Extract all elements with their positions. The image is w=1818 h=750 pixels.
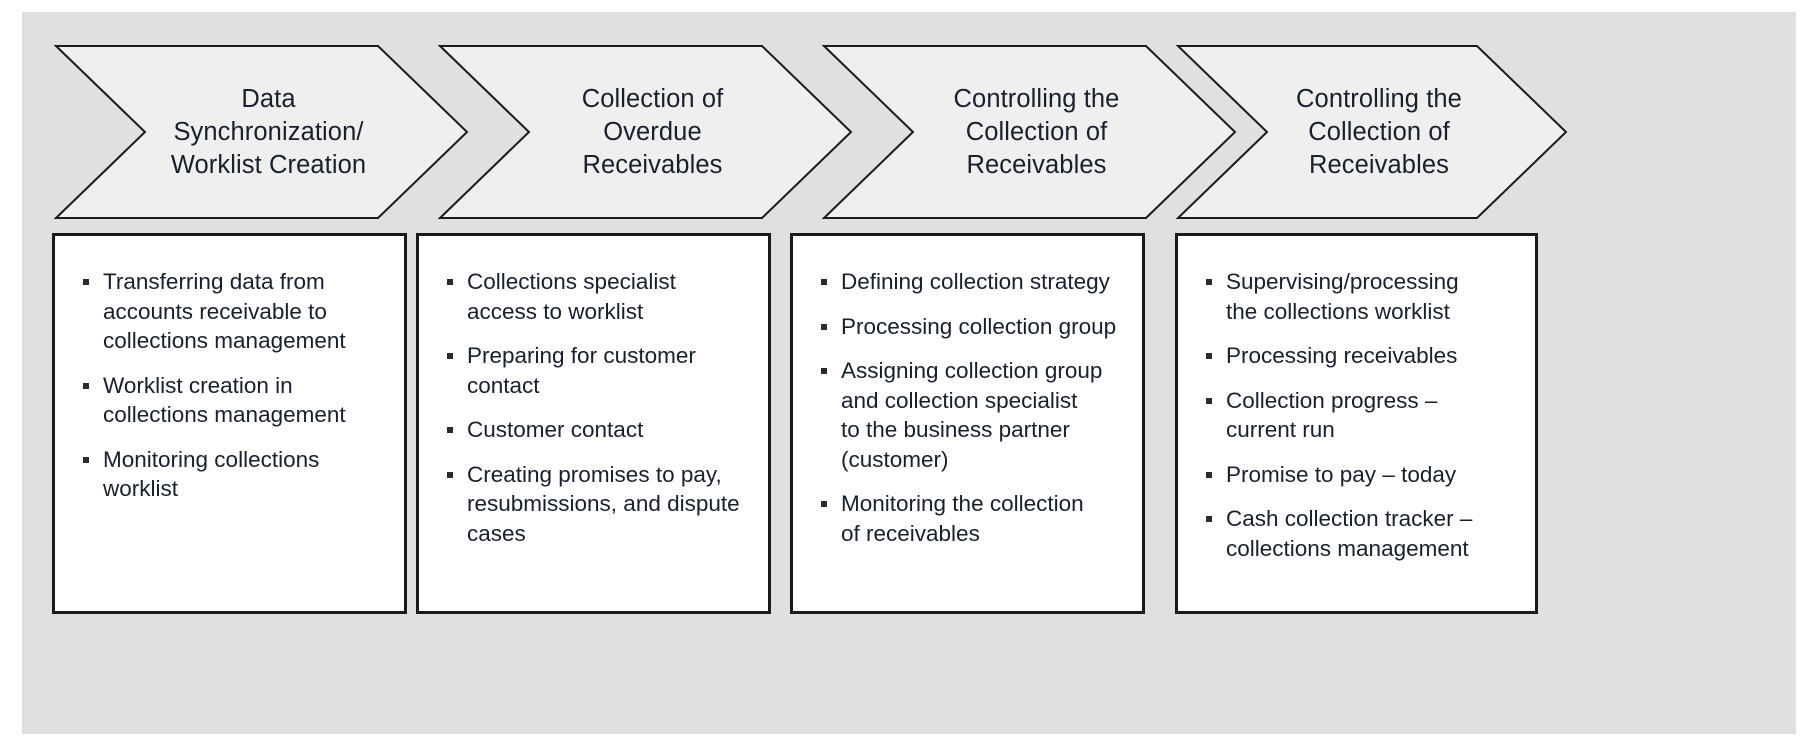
phase-detail-box-2: Collections specialist access to worklis… bbox=[416, 233, 771, 614]
list-item: Defining collection strategy bbox=[817, 267, 1126, 297]
phase-chevron-2[interactable]: Collection of Overdue Receivables bbox=[439, 45, 852, 219]
phase-bullet-list-4: Supervising/processing the collections w… bbox=[1178, 236, 1535, 563]
list-item: Monitoring collections worklist bbox=[79, 445, 388, 504]
phase-chevron-label-1: Data Synchronization/ Worklist Creation bbox=[170, 84, 367, 179]
phase-bullet-list-2: Collections specialist access to worklis… bbox=[419, 236, 768, 548]
phase-chevron-label-4: Controlling the Collection of Receivable… bbox=[1296, 84, 1462, 179]
list-item: Preparing for customer contact bbox=[443, 341, 752, 400]
list-item: Cash collection tracker – collections ma… bbox=[1202, 504, 1519, 563]
list-item: Promise to pay – today bbox=[1202, 460, 1519, 490]
phase-chevron-1[interactable]: Data Synchronization/ Worklist Creation bbox=[55, 45, 468, 219]
phase-chevron-label-3: Controlling the Collection of Receivable… bbox=[953, 84, 1120, 179]
phase-detail-box-3: Defining collection strategy Processing … bbox=[790, 233, 1145, 614]
phase-detail-box-1: Transferring data from accounts receivab… bbox=[52, 233, 407, 614]
list-item: Customer contact bbox=[443, 415, 752, 445]
list-item: Processing receivables bbox=[1202, 341, 1519, 371]
phase-chevron-row: Data Synchronization/ Worklist Creation … bbox=[22, 12, 1796, 232]
list-item: Transferring data from accounts receivab… bbox=[79, 267, 388, 356]
diagram-frame: Data Synchronization/ Worklist Creation … bbox=[22, 12, 1796, 734]
phase-chevron-label-2: Collection of Overdue Receivables bbox=[581, 84, 724, 179]
phase-bullet-list-3: Defining collection strategy Processing … bbox=[793, 236, 1142, 548]
list-item: Collection progress – current run bbox=[1202, 386, 1519, 445]
phase-bullet-list-1: Transferring data from accounts receivab… bbox=[55, 236, 404, 504]
phase-detail-box-4: Supervising/processing the collections w… bbox=[1175, 233, 1538, 614]
list-item: Collections specialist access to worklis… bbox=[443, 267, 752, 326]
list-item: Supervising/processing the collections w… bbox=[1202, 267, 1519, 326]
list-item: Worklist creation in collections managem… bbox=[79, 371, 388, 430]
list-item: Creating promises to pay, resubmissions,… bbox=[443, 460, 752, 549]
list-item: Assigning collection group and collectio… bbox=[817, 356, 1126, 474]
phase-chevron-3[interactable]: Controlling the Collection of Receivable… bbox=[823, 45, 1236, 219]
phase-chevron-4[interactable]: Controlling the Collection of Receivable… bbox=[1177, 45, 1567, 219]
list-item: Processing collection group bbox=[817, 312, 1126, 342]
list-item: Monitoring the collection of receivables bbox=[817, 489, 1126, 548]
